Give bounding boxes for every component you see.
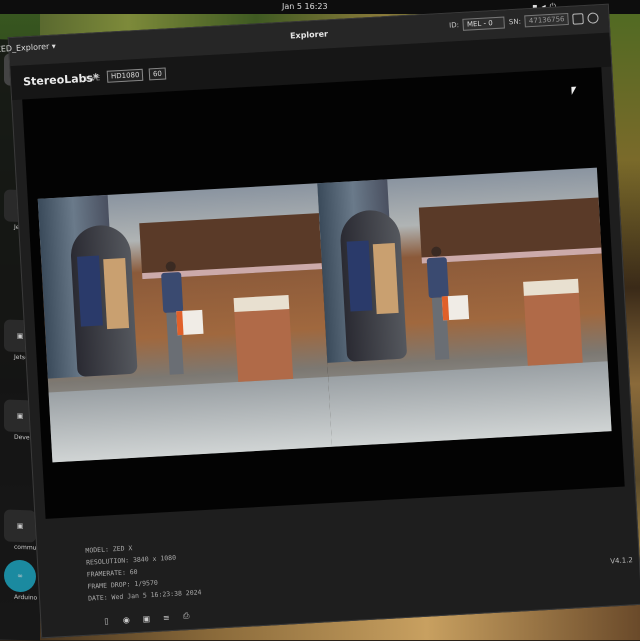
settings-gear-icon[interactable] [587, 11, 599, 24]
version-label: V4.1.2 [610, 556, 634, 566]
right-camera-image [317, 167, 612, 447]
resolution-select[interactable]: HD1080 [106, 68, 144, 83]
dock-label: Arduino [14, 593, 38, 602]
dock-community[interactable]: ▣ [4, 509, 36, 543]
fps-select[interactable]: 60 [148, 67, 167, 81]
zed-explorer-window: ZED_Explorer ▾ Explorer ID: MEL - 0 SN: … [0, 3, 640, 639]
file-icon[interactable]: ▯ [101, 615, 112, 626]
left-camera-image [37, 183, 333, 463]
titlebar-controls: ID: MEL - 0 SN: 47136756 [449, 11, 599, 31]
sn-label: SN: [508, 17, 522, 27]
snapshot-icon[interactable]: ⎙ [181, 611, 192, 622]
stereo-preview [37, 167, 612, 463]
camera-info-panel: MODEL: ZED X RESOLUTION: 3840 x 1080 FRA… [85, 538, 202, 604]
system-clock[interactable]: Jan 5 16:23 [282, 2, 328, 11]
camera-id-select[interactable]: MEL - 0 [462, 16, 506, 31]
serial-number-field[interactable]: 47136756 [524, 12, 569, 28]
video-viewport[interactable] [22, 67, 625, 519]
mono-icon[interactable]: ▣ [141, 613, 152, 624]
live-label: LIVE [84, 74, 101, 84]
window-mode-icon[interactable] [572, 12, 584, 25]
nvidia-icon: ▣ [16, 331, 24, 341]
bottom-toolbar: ▯ ◉ ▣ ≡ ⎙ [101, 611, 191, 626]
nvidia-icon: ▣ [16, 521, 24, 531]
record-icon[interactable]: ◉ [121, 614, 132, 625]
dock-arduino[interactable]: ∞ [4, 559, 36, 593]
mouse-cursor-icon [571, 86, 577, 95]
arduino-icon: ∞ [17, 571, 23, 581]
sensors-icon[interactable]: ≡ [161, 612, 172, 623]
nvidia-icon: ▣ [16, 411, 24, 421]
id-label: ID: [448, 21, 460, 30]
